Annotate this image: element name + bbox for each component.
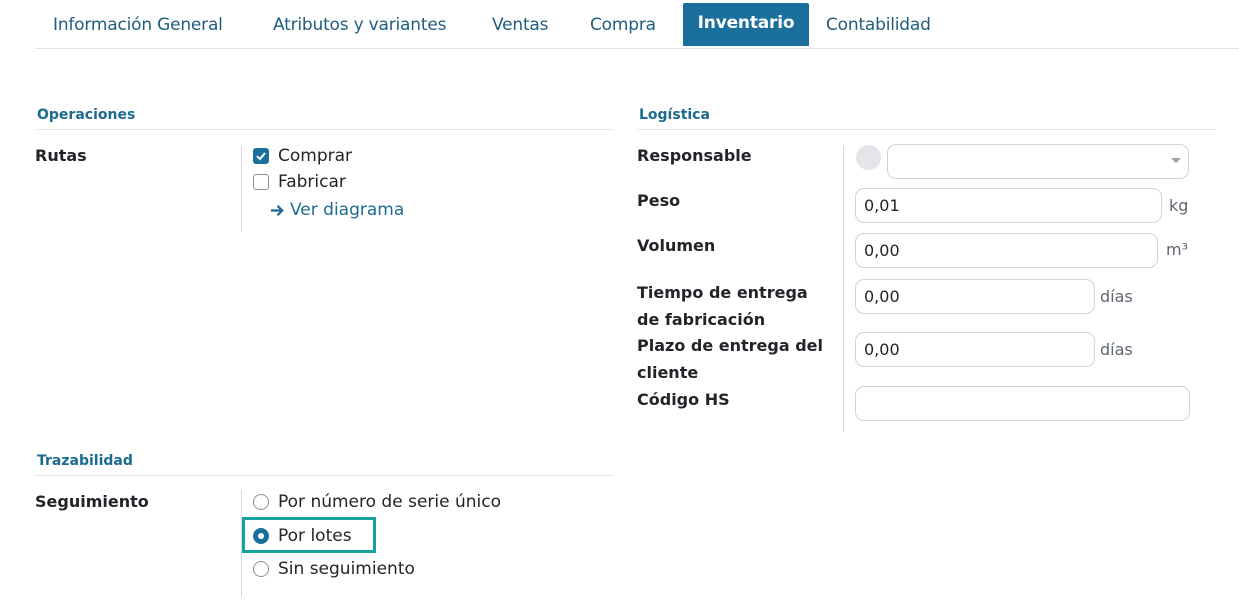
- tracking-option-lotes[interactable]: Por lotes: [253, 523, 352, 549]
- section-divider: [35, 129, 614, 130]
- section-title-operaciones: Operaciones: [37, 107, 136, 123]
- field-label-responsable: Responsable: [637, 146, 752, 165]
- volumen-unit: m³: [1166, 240, 1188, 259]
- section-title-logistica: Logística: [639, 107, 710, 123]
- section-divider: [637, 129, 1216, 130]
- view-diagram-link[interactable]: Ver diagrama: [270, 200, 404, 220]
- radio-selected-icon[interactable]: [253, 528, 269, 544]
- radio-unselected-icon[interactable]: [253, 494, 269, 510]
- tab-ventas[interactable]: Ventas: [492, 3, 548, 46]
- avatar-placeholder: [856, 145, 881, 170]
- route-option-fabricar[interactable]: Fabricar: [253, 169, 346, 195]
- notebook-tabs: Información General Atributos y variante…: [35, 0, 1239, 49]
- tab-compra[interactable]: Compra: [590, 3, 656, 46]
- chevron-down-icon[interactable]: [1171, 158, 1181, 163]
- field-label-codigo-hs: Código HS: [637, 390, 730, 409]
- plazo-entrega-input[interactable]: 0,00: [855, 332, 1095, 367]
- plazo-entrega-unit: días: [1100, 340, 1133, 359]
- label-line: de fabricación: [637, 310, 766, 329]
- responsable-select[interactable]: [887, 144, 1189, 179]
- field-label-volumen: Volumen: [637, 236, 716, 255]
- field-label-seguimiento: Seguimiento: [35, 492, 149, 511]
- tiempo-entrega-input[interactable]: 0,00: [855, 279, 1095, 314]
- tab-informacion-general[interactable]: Información General: [53, 3, 223, 46]
- field-separator: [241, 146, 242, 232]
- label-line: Plazo de entrega del: [637, 336, 823, 355]
- arrow-right-icon: [270, 204, 284, 216]
- tab-inventario[interactable]: Inventario: [683, 3, 809, 46]
- tracking-option-label: Sin seguimiento: [278, 559, 415, 579]
- tab-atributos-variantes[interactable]: Atributos y variantes: [273, 3, 446, 46]
- peso-unit: kg: [1169, 196, 1189, 215]
- tracking-option-serial[interactable]: Por número de serie único: [253, 489, 501, 515]
- tracking-option-label: Por lotes: [278, 526, 352, 546]
- field-label-tiempo-entrega: Tiempo de entrega de fabricación: [637, 279, 808, 333]
- route-option-comprar[interactable]: Comprar: [253, 143, 352, 169]
- section-divider: [35, 475, 614, 476]
- field-label-plazo-entrega: Plazo de entrega del cliente: [637, 332, 823, 386]
- tracking-option-none[interactable]: Sin seguimiento: [253, 556, 415, 582]
- route-label: Fabricar: [278, 172, 346, 192]
- label-line: cliente: [637, 363, 699, 382]
- tab-contabilidad[interactable]: Contabilidad: [826, 3, 931, 46]
- field-separator: [843, 146, 844, 432]
- volumen-input[interactable]: 0,00: [855, 233, 1158, 268]
- radio-unselected-icon[interactable]: [253, 561, 269, 577]
- field-label-rutas: Rutas: [35, 146, 87, 165]
- label-line: Tiempo de entrega: [637, 283, 808, 302]
- checkbox-checked-icon[interactable]: [253, 148, 269, 164]
- peso-input[interactable]: 0,01: [855, 188, 1162, 223]
- checkbox-unchecked-icon[interactable]: [253, 174, 269, 190]
- tiempo-entrega-unit: días: [1100, 287, 1133, 306]
- field-label-peso: Peso: [637, 191, 681, 210]
- route-label: Comprar: [278, 146, 353, 166]
- section-title-trazabilidad: Trazabilidad: [37, 453, 133, 469]
- tracking-option-label: Por número de serie único: [278, 492, 501, 512]
- view-diagram-label: Ver diagrama: [290, 200, 405, 220]
- codigo-hs-input[interactable]: [855, 386, 1190, 421]
